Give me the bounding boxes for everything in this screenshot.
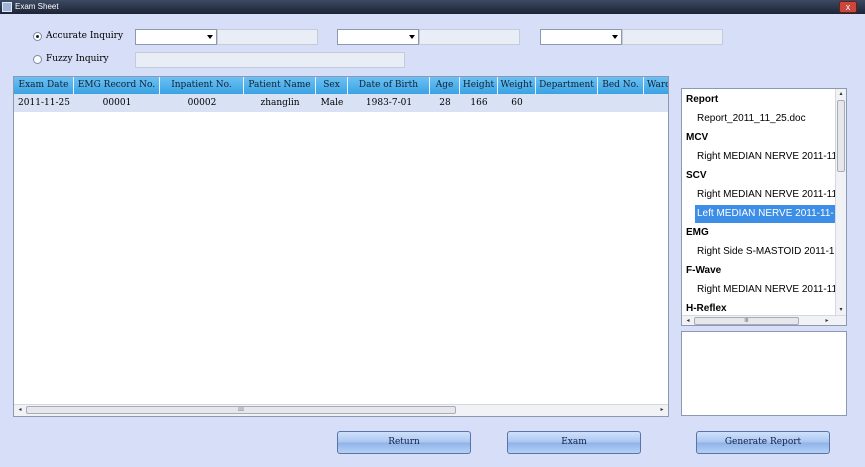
close-button[interactable]: x bbox=[839, 1, 857, 13]
col-sex[interactable]: Sex bbox=[316, 77, 348, 94]
table-header: Exam Date EMG Record No. Inpatient No. P… bbox=[14, 77, 668, 94]
preview-panel bbox=[681, 331, 847, 416]
cell-bed-no bbox=[598, 94, 644, 112]
cell-age: 28 bbox=[439, 98, 451, 108]
cell-department bbox=[536, 94, 598, 112]
cell-patient-name: zhanglin bbox=[260, 98, 300, 108]
title-bar: Exam Sheet x bbox=[0, 0, 865, 14]
chevron-down-icon bbox=[207, 35, 213, 39]
tree-leaf[interactable]: Right Side S-MASTOID 2011-1 bbox=[697, 246, 837, 257]
scroll-left-icon[interactable]: ◂ bbox=[683, 316, 693, 325]
col-patient-name[interactable]: Patient Name bbox=[244, 77, 316, 94]
tree-node-emg[interactable]: EMG bbox=[686, 227, 709, 238]
accurate-inquiry-radio[interactable] bbox=[33, 32, 42, 41]
col-height[interactable]: Height bbox=[460, 77, 498, 94]
cell-height: 166 bbox=[470, 98, 488, 108]
tree-hscroll-thumb[interactable]: III bbox=[694, 317, 799, 325]
tree-leaf[interactable]: Right MEDIAN NERVE 2011-11 bbox=[697, 151, 837, 162]
fuzzy-inquiry-label: Fuzzy Inquiry bbox=[46, 54, 109, 64]
tree-node-f-wave[interactable]: F-Wave bbox=[686, 265, 721, 276]
col-inpatient-no[interactable]: Inpatient No. bbox=[160, 77, 244, 94]
report-tree: Report Report_2011_11_25.doc MCV Right M… bbox=[681, 88, 847, 326]
tree-leaf[interactable]: Right MEDIAN NERVE 2011-11 bbox=[697, 284, 837, 295]
tree-node-h-reflex[interactable]: H-Reflex bbox=[686, 303, 727, 314]
cell-sex: Male bbox=[320, 98, 344, 108]
scroll-right-icon[interactable]: ▸ bbox=[822, 316, 832, 325]
field-select-2[interactable] bbox=[337, 29, 419, 45]
window-title: Exam Sheet bbox=[15, 2, 59, 11]
fuzzy-search-input[interactable] bbox=[135, 52, 405, 68]
table-row[interactable]: 2011-11-25 00001 00002 zhanglin Male 198… bbox=[14, 94, 668, 112]
scroll-thumb[interactable]: III bbox=[26, 406, 456, 414]
cell-emg-record-no: 00001 bbox=[102, 98, 132, 108]
col-bed-no[interactable]: Bed No. bbox=[598, 77, 644, 94]
scroll-right-icon[interactable]: ▸ bbox=[657, 405, 667, 415]
cell-date-of-birth: 1983-7-01 bbox=[365, 98, 413, 108]
tree-leaf[interactable]: Report_2011_11_25.doc bbox=[697, 113, 837, 124]
fuzzy-inquiry-radio[interactable] bbox=[33, 55, 42, 64]
cell-weight: 60 bbox=[511, 98, 523, 108]
col-age[interactable]: Age bbox=[430, 77, 460, 94]
cell-ward bbox=[644, 94, 668, 112]
tree-vertical-scrollbar[interactable]: ▴ ▾ bbox=[835, 89, 846, 315]
field-select-3[interactable] bbox=[540, 29, 622, 45]
search-value-3[interactable] bbox=[622, 29, 723, 45]
field-select-1[interactable] bbox=[135, 29, 217, 45]
scroll-left-icon[interactable]: ◂ bbox=[15, 405, 25, 415]
cell-inpatient-no: 00002 bbox=[187, 98, 217, 108]
tree-scroll-thumb[interactable] bbox=[837, 100, 845, 172]
tree-horizontal-scrollbar[interactable]: ◂ III ▸ bbox=[682, 315, 846, 325]
generate-report-button[interactable]: Generate Report bbox=[696, 431, 830, 454]
tree-leaf-selected[interactable]: Left MEDIAN NERVE 2011-11- bbox=[695, 205, 837, 223]
col-date-of-birth[interactable]: Date of Birth bbox=[348, 77, 430, 94]
table-horizontal-scrollbar[interactable]: ◂ III ▸ bbox=[14, 404, 668, 416]
app-icon bbox=[2, 2, 12, 12]
col-exam-date[interactable]: Exam Date bbox=[14, 77, 74, 94]
chevron-down-icon bbox=[409, 35, 415, 39]
accurate-inquiry-label: Accurate Inquiry bbox=[46, 31, 124, 41]
exam-button[interactable]: Exam bbox=[507, 431, 641, 454]
cell-exam-date: 2011-11-25 bbox=[18, 98, 70, 108]
exam-table: Exam Date EMG Record No. Inpatient No. P… bbox=[13, 76, 669, 417]
chevron-down-icon bbox=[612, 35, 618, 39]
search-value-1[interactable] bbox=[217, 29, 318, 45]
scroll-up-icon[interactable]: ▴ bbox=[836, 89, 846, 99]
col-ward[interactable]: Ward bbox=[644, 77, 668, 94]
return-button[interactable]: Return bbox=[337, 431, 471, 454]
col-department[interactable]: Department bbox=[536, 77, 598, 94]
col-emg-record-no[interactable]: EMG Record No. bbox=[74, 77, 160, 94]
col-weight[interactable]: Weight bbox=[498, 77, 536, 94]
tree-node-report[interactable]: Report bbox=[686, 94, 718, 105]
search-value-2[interactable] bbox=[419, 29, 520, 45]
tree-node-scv[interactable]: SCV bbox=[686, 170, 707, 181]
scroll-down-icon[interactable]: ▾ bbox=[836, 305, 846, 315]
tree-node-mcv[interactable]: MCV bbox=[686, 132, 708, 143]
tree-leaf[interactable]: Right MEDIAN NERVE 2011-11 bbox=[697, 189, 837, 200]
